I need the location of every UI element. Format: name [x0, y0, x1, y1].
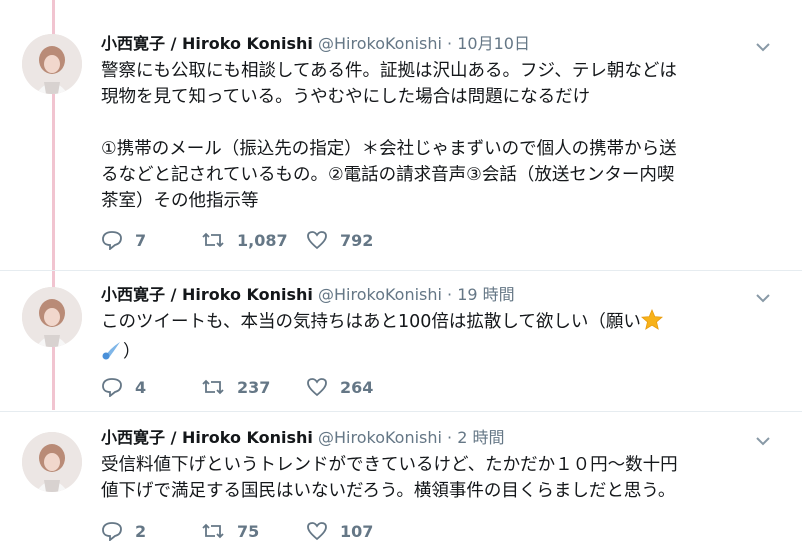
- caret-down-icon[interactable]: [754, 432, 772, 450]
- like-count: 107: [340, 521, 374, 541]
- comet-emoji: [101, 339, 123, 369]
- reply-button[interactable]: 4: [101, 375, 201, 399]
- tweet-1[interactable]: 小西寛子 / Hiroko Konishi @HirokoKonishi · 1…: [0, 0, 802, 270]
- like-count: 792: [340, 230, 374, 250]
- reply-count: 4: [135, 377, 147, 397]
- retweet-button[interactable]: 237: [201, 375, 306, 399]
- avatar[interactable]: [22, 34, 82, 94]
- tweet-actions: 7 1,087 792: [101, 228, 411, 252]
- retweet-button[interactable]: 1,087: [201, 228, 306, 252]
- like-button[interactable]: 264: [306, 375, 411, 399]
- like-count: 264: [340, 377, 374, 397]
- user-handle[interactable]: @HirokoKonishi: [318, 428, 442, 447]
- display-name[interactable]: 小西寛子 / Hiroko Konishi: [101, 285, 313, 304]
- separator: ·: [441, 34, 458, 53]
- display-name[interactable]: 小西寛子 / Hiroko Konishi: [101, 34, 313, 53]
- like-button[interactable]: 107: [306, 519, 411, 543]
- tweet-text-line2: ）: [123, 342, 141, 362]
- reply-icon: [102, 522, 122, 541]
- reply-icon: [102, 231, 122, 250]
- like-icon: [307, 378, 327, 397]
- tweet-actions: 2 75 107: [101, 519, 411, 543]
- separator: ·: [441, 428, 458, 447]
- reply-count: 7: [135, 230, 147, 250]
- caret-down-icon[interactable]: [754, 289, 772, 307]
- retweet-icon: [202, 379, 224, 395]
- tweet-2[interactable]: 小西寛子 / Hiroko Konishi @HirokoKonishi · 1…: [0, 271, 802, 411]
- tweet-header: 小西寛子 / Hiroko Konishi @HirokoKonishi · 2…: [101, 427, 505, 451]
- like-button[interactable]: 792: [306, 228, 411, 252]
- tweet-3[interactable]: 小西寛子 / Hiroko Konishi @HirokoKonishi · 2…: [0, 412, 802, 552]
- tweet-text: 警察にも公取にも相談してある件。証拠は沢山ある。フジ、テレ朝などは 現物を見て知…: [101, 61, 677, 211]
- tweet-text: 受信料値下げというトレンドができているけど、たかだか１０円〜数十円 値下げで満足…: [101, 455, 678, 501]
- timestamp[interactable]: 2 時間: [457, 428, 504, 447]
- retweet-button[interactable]: 75: [201, 519, 306, 543]
- timestamp[interactable]: 10月10日: [457, 34, 530, 53]
- user-handle[interactable]: @HirokoKonishi: [318, 34, 442, 53]
- separator: ·: [441, 285, 458, 304]
- tweet-header: 小西寛子 / Hiroko Konishi @HirokoKonishi · 1…: [101, 284, 515, 308]
- tweet-text-line1: このツイートも、本当の気持ちはあと100倍は拡散して欲しい（願い: [101, 312, 641, 332]
- timestamp[interactable]: 19 時間: [457, 285, 514, 304]
- display-name[interactable]: 小西寛子 / Hiroko Konishi: [101, 428, 313, 447]
- user-handle[interactable]: @HirokoKonishi: [318, 285, 442, 304]
- timeline: 小西寛子 / Hiroko Konishi @HirokoKonishi · 1…: [0, 0, 802, 552]
- reply-count: 2: [135, 521, 147, 541]
- retweet-count: 75: [237, 521, 260, 541]
- tweet-header: 小西寛子 / Hiroko Konishi @HirokoKonishi · 1…: [101, 33, 530, 57]
- avatar[interactable]: [22, 287, 82, 347]
- caret-down-icon[interactable]: [754, 38, 772, 56]
- retweet-count: 1,087: [237, 230, 288, 250]
- retweet-count: 237: [237, 377, 271, 397]
- avatar[interactable]: [22, 432, 82, 492]
- tweet-text: このツイートも、本当の気持ちはあと100倍は拡散して欲しい（願い ）: [101, 308, 781, 369]
- reply-button[interactable]: 7: [101, 228, 201, 252]
- like-icon: [307, 231, 327, 250]
- retweet-icon: [202, 523, 224, 539]
- retweet-icon: [202, 232, 224, 248]
- tweet-actions: 4 237 264: [101, 375, 411, 399]
- star-emoji: [640, 308, 663, 339]
- reply-button[interactable]: 2: [101, 519, 201, 543]
- like-icon: [307, 522, 327, 541]
- reply-icon: [102, 378, 122, 397]
